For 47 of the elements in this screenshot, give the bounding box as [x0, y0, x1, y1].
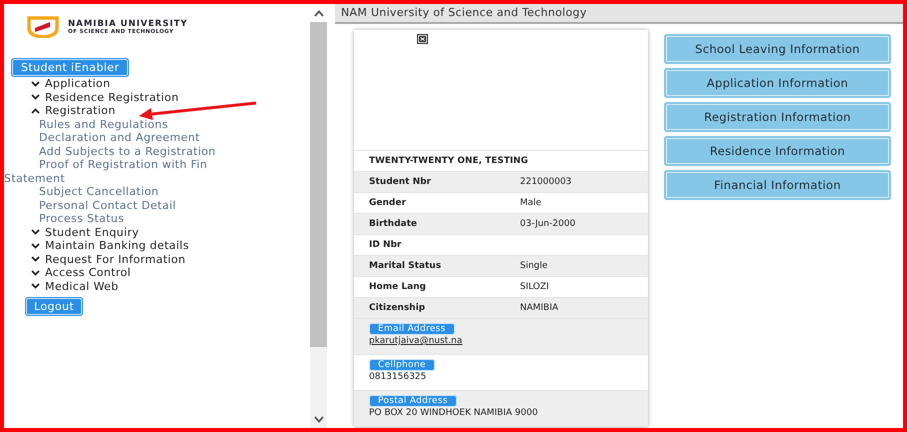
contact-label: Email Address — [369, 323, 455, 335]
menu-item[interactable]: Residence Registration — [31, 90, 179, 104]
scroll-down-icon[interactable] — [314, 416, 324, 422]
field-label: Birthdate — [369, 219, 418, 229]
submenu-link[interactable]: Process Status — [4, 212, 308, 226]
field-value: Single — [520, 261, 548, 271]
contact-label: Postal Address — [369, 395, 457, 407]
field-value: 221000003 — [520, 177, 572, 187]
submenu-link[interactable]: Declaration and Agreement — [4, 131, 308, 144]
menu-item[interactable]: Medical Web — [31, 280, 118, 293]
field-label: Marital Status — [369, 261, 442, 271]
menu-item[interactable]: Maintain Banking details — [31, 239, 190, 252]
shield-logo-icon — [26, 16, 60, 38]
email-link[interactable]: pkarutjaiva@nust.na — [369, 336, 462, 346]
submenu-link[interactable]: Subject Cancellation — [4, 185, 308, 198]
menu-item[interactable]: Request For Information — [31, 252, 186, 266]
menu-item[interactable]: Registration — [31, 104, 116, 118]
scrollbar-thumb[interactable] — [310, 22, 327, 347]
contact-label: Cellphone — [369, 359, 435, 371]
field-label: ID Nbr — [369, 240, 402, 250]
contact-value: PO BOX 20 WINDHOEK NAMIBIA 9000 — [369, 408, 538, 418]
field-label: Gender — [369, 198, 407, 208]
info-button[interactable]: School Leaving Information — [664, 34, 891, 64]
field-value: NAMIBIA — [520, 303, 558, 313]
field-label: Student Nbr — [369, 177, 432, 187]
submenu-link[interactable]: Proof of Registration with Fin Statement — [4, 158, 308, 185]
field-label: Home Lang — [369, 282, 427, 292]
broken-image-icon — [417, 34, 428, 44]
info-button[interactable]: Residence Information — [664, 136, 891, 166]
page-header: NAM University of Science and Technology — [335, 4, 903, 24]
field-value: Male — [520, 198, 542, 208]
info-button[interactable]: Application Information — [664, 68, 891, 98]
contact-value: 0813156325 — [369, 372, 426, 382]
field-value: SILOZI — [520, 282, 549, 292]
submenu-link[interactable]: Personal Contact Detail — [4, 198, 308, 212]
info-button[interactable]: Registration Information — [664, 102, 891, 132]
menu-item[interactable]: Student Enquiry — [31, 226, 140, 239]
submenu-link[interactable]: Rules and Regulations — [4, 118, 308, 131]
info-button[interactable]: Financial Information — [664, 170, 891, 200]
menu-item[interactable]: Access Control — [31, 266, 131, 280]
field-value: 03-Jun-2000 — [520, 219, 576, 229]
menu-item[interactable]: Application — [31, 77, 110, 90]
university-name: NAMIBIA UNIVERSITY — [68, 18, 188, 28]
submenu-link[interactable]: Add Subjects to a Registration — [4, 144, 308, 158]
field-label: Citizenship — [369, 303, 426, 313]
chevron-up-icon — [31, 108, 40, 114]
scroll-up-icon[interactable] — [314, 10, 324, 16]
